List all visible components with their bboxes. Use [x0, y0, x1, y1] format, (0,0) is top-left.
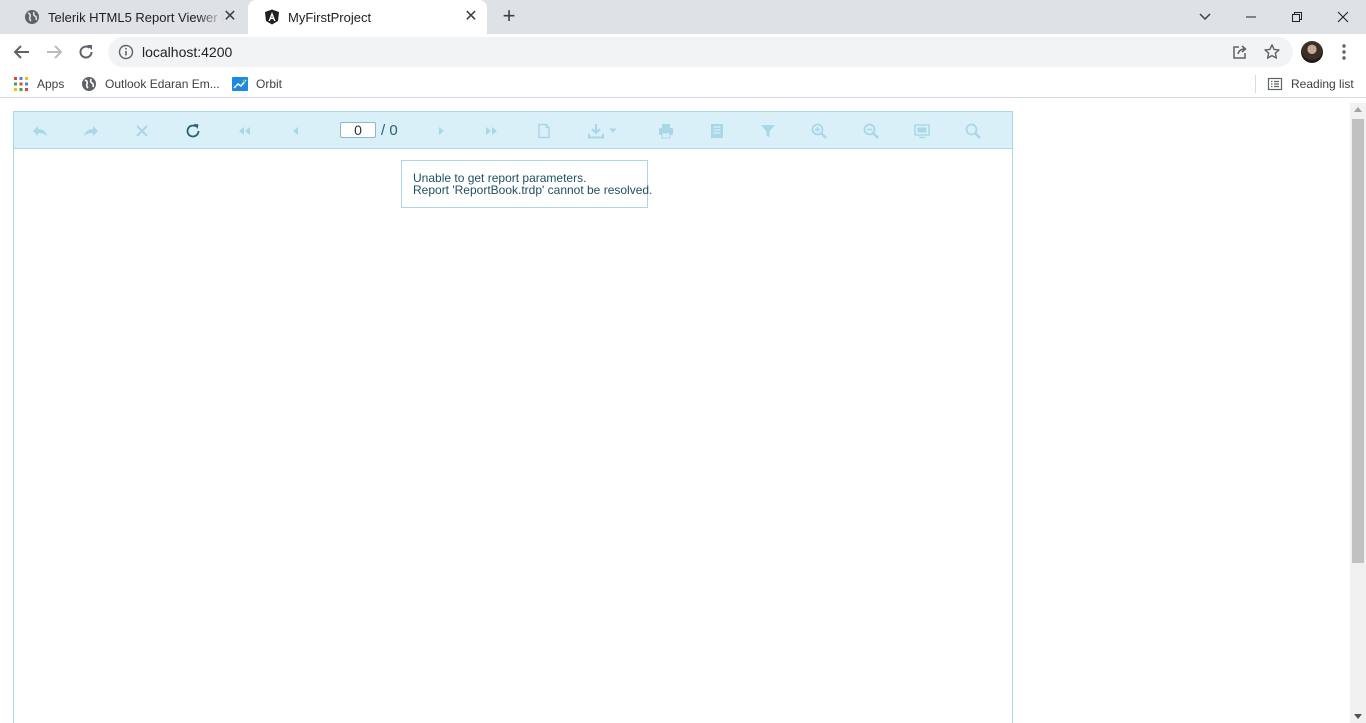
bookmark-outlook[interactable]: Outlook Edaran Em... [81, 75, 220, 93]
reading-list-icon [1267, 77, 1283, 91]
close-icon [1337, 11, 1349, 23]
zoom-out-button[interactable] [861, 121, 881, 141]
close-window-button[interactable] [1320, 0, 1366, 34]
error-line: Report 'ReportBook.trdp' cannot be resol… [413, 183, 653, 197]
tab-title: Telerik HTML5 Report Viewer Demo [48, 9, 224, 25]
download-icon [588, 124, 604, 139]
orbit-icon [232, 77, 248, 91]
refresh-icon [186, 123, 200, 138]
page-scrollbar[interactable] [1350, 103, 1366, 723]
page-viewport: 0 / 0 Unable to get report parameters. R… [0, 103, 1350, 723]
scroll-up-arrow-icon[interactable] [1354, 107, 1362, 112]
close-icon[interactable]: ✕ [463, 9, 479, 25]
globe-icon [25, 10, 39, 24]
page-icon [538, 123, 550, 139]
share-icon[interactable] [1231, 43, 1249, 61]
star-icon[interactable] [1263, 43, 1281, 61]
browser-toolbar: localhost:4200 [0, 34, 1366, 70]
chevron-down-icon [1199, 13, 1211, 21]
info-icon [118, 44, 134, 60]
next-page-button[interactable] [431, 121, 451, 141]
back-button[interactable] [8, 38, 36, 66]
zoom-in-button[interactable] [809, 121, 829, 141]
tab-telerik-demo[interactable]: Telerik HTML5 Report Viewer Demo ✕ [8, 0, 246, 34]
globe-icon [82, 77, 96, 91]
document-map-button[interactable] [707, 121, 727, 141]
next-icon [439, 127, 444, 135]
address-bar[interactable]: localhost:4200 [108, 37, 1293, 67]
bookmark-label: Apps [37, 77, 65, 91]
zoom-out-icon [863, 123, 879, 139]
stop-rendering-button[interactable] [132, 121, 152, 141]
refresh-report-button[interactable] [183, 121, 203, 141]
bookmark-label: Orbit [256, 77, 283, 91]
tab-my-first-project[interactable]: MyFirstProject ✕ [248, 0, 487, 34]
restore-icon [1292, 12, 1302, 22]
last-page-button[interactable] [482, 121, 502, 141]
previous-icon [293, 127, 298, 135]
reading-list-label: Reading list [1291, 77, 1354, 91]
toggle-print-preview-button[interactable] [534, 121, 554, 141]
report-viewer: 0 / 0 Unable to get report parameters. R… [13, 111, 1013, 723]
caret-down-icon [609, 128, 617, 133]
tab-search-button[interactable] [1182, 0, 1228, 34]
bookmark-apps[interactable]: Apps [13, 75, 64, 93]
arrow-left-icon [13, 45, 29, 59]
redo-arrow-icon [84, 126, 98, 136]
print-button[interactable] [656, 121, 676, 141]
reload-button[interactable] [72, 38, 100, 66]
close-icon[interactable]: ✕ [222, 9, 238, 25]
zoom-in-icon [811, 123, 827, 139]
first-page-icon [239, 127, 250, 135]
report-viewer-toolbar: 0 / 0 [14, 112, 1012, 149]
bookmarks-divider [1255, 75, 1256, 93]
scrollbar-thumb[interactable] [1352, 119, 1364, 563]
page-number-input[interactable]: 0 [340, 122, 376, 138]
search-icon [965, 123, 981, 139]
history-forward-button[interactable] [81, 121, 101, 141]
previous-page-button[interactable] [286, 121, 306, 141]
export-dropdown-button[interactable] [584, 121, 622, 141]
close-icon [136, 125, 148, 137]
search-button[interactable] [963, 121, 983, 141]
document-map-icon [711, 124, 723, 138]
reading-list-button[interactable]: Reading list [1267, 75, 1354, 93]
monitor-icon [914, 124, 930, 139]
print-icon [659, 124, 673, 139]
restore-button[interactable] [1274, 0, 1320, 34]
apps-grid-icon [14, 77, 28, 91]
first-page-button[interactable] [234, 121, 254, 141]
undo-arrow-icon [33, 126, 47, 136]
angular-icon [265, 9, 279, 25]
arrow-right-icon [47, 45, 63, 59]
tab-strip: Telerik HTML5 Report Viewer Demo ✕ MyFir… [0, 0, 1366, 34]
toggle-zoom-mode-button[interactable] [912, 121, 932, 141]
profile-avatar[interactable] [1301, 41, 1323, 63]
bookmarks-bar: Apps Outlook Edaran Em... Orbit Reading … [0, 70, 1366, 98]
reload-icon [79, 45, 93, 59]
tab-title: MyFirstProject [288, 9, 372, 25]
history-back-button[interactable] [30, 121, 50, 141]
url-text: localhost:4200 [142, 44, 233, 60]
new-tab-button[interactable]: + [497, 5, 521, 29]
bookmark-label: Outlook Edaran Em... [105, 77, 220, 91]
page-count: / 0 [381, 122, 398, 139]
filter-icon [761, 125, 775, 138]
minimize-icon [1246, 16, 1256, 18]
scroll-down-arrow-icon[interactable] [1354, 714, 1362, 719]
error-message: Unable to get report parameters. Report … [401, 160, 653, 208]
parameters-button[interactable] [758, 121, 778, 141]
forward-button[interactable] [40, 38, 68, 66]
minimize-button[interactable] [1228, 0, 1274, 34]
last-page-icon [486, 127, 497, 135]
more-menu-icon[interactable] [1337, 43, 1351, 61]
bookmark-orbit[interactable]: Orbit [232, 75, 282, 93]
